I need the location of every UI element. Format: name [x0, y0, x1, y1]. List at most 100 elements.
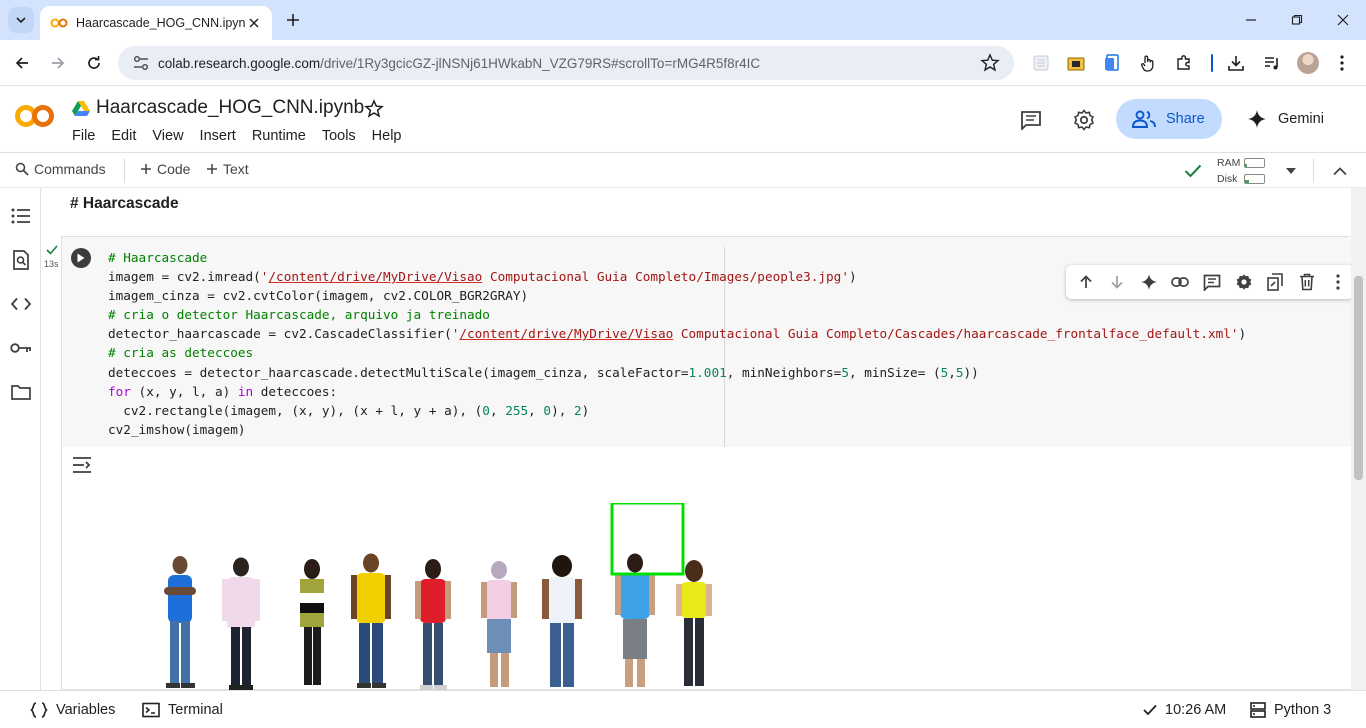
resource-monitor[interactable]: RAM Disk	[1217, 155, 1265, 187]
folder-extension-icon[interactable]	[1065, 52, 1087, 74]
execution-time-status: 10:26 AM	[1165, 702, 1227, 718]
comments-icon[interactable]	[1019, 108, 1043, 132]
browser-menu-icon[interactable]	[1331, 52, 1353, 74]
cell-toolbar	[1066, 265, 1354, 299]
notebook-title[interactable]: Haarcascade_HOG_CNN.ipynb	[96, 97, 364, 119]
collapse-header-icon[interactable]	[1331, 162, 1349, 180]
person-figure	[415, 559, 451, 690]
execution-time: 13s	[44, 259, 59, 269]
move-cell-up-icon[interactable]	[1070, 266, 1102, 298]
menu-edit[interactable]: Edit	[111, 128, 143, 144]
menu-tools[interactable]: Tools	[322, 128, 363, 144]
add-code-button[interactable]: Code	[140, 161, 190, 177]
connected-check-icon	[1184, 162, 1202, 180]
play-icon	[77, 253, 85, 263]
code-cell[interactable]: # Haarcascade imagem = cv2.imread('/conte…	[61, 236, 1354, 690]
run-cell-button[interactable]	[71, 248, 91, 268]
more-options-icon[interactable]	[1323, 266, 1355, 298]
add-text-button[interactable]: Text	[206, 161, 249, 177]
code-line: deteccoes = detector_haarcascade.detectM…	[108, 364, 979, 380]
code-snippets-icon[interactable]	[10, 293, 32, 315]
close-icon	[1337, 14, 1349, 26]
reload-button[interactable]	[82, 51, 106, 75]
browser-tab-active[interactable]: Haarcascade_HOG_CNN.ipynb	[40, 6, 272, 40]
settings-gear-icon[interactable]	[1072, 108, 1096, 132]
document-extension-icon[interactable]	[1101, 52, 1123, 74]
menu-help[interactable]: Help	[372, 128, 409, 144]
menu-insert[interactable]: Insert	[200, 128, 243, 144]
google-drive-icon	[72, 101, 90, 116]
extensions-puzzle-icon[interactable]	[1173, 52, 1195, 74]
output-actions-icon[interactable]	[71, 455, 93, 475]
reload-icon	[88, 56, 100, 69]
plus-icon	[287, 14, 299, 26]
mirror-cell-icon[interactable]	[1259, 266, 1291, 298]
commands-button[interactable]: Commands	[15, 161, 106, 177]
gemini-sparkle-icon[interactable]	[1133, 266, 1165, 298]
runtime-type[interactable]: Python 3	[1250, 702, 1331, 718]
runtime-label: Python 3	[1274, 702, 1332, 718]
hand-pointer-icon[interactable]	[1137, 52, 1159, 74]
toolbar-divider	[1211, 54, 1213, 72]
scrollbar-thumb[interactable]	[1354, 276, 1363, 480]
files-folder-icon[interactable]	[10, 381, 32, 403]
status-bar: Variables Terminal 10:26 AM Python 3	[0, 690, 1366, 728]
runtime-dropdown-icon[interactable]	[1282, 162, 1300, 180]
execution-status[interactable]: 10:26 AM	[1143, 702, 1226, 718]
toolbar-separator	[124, 158, 125, 183]
restore-button[interactable]	[1274, 0, 1320, 40]
move-cell-down-icon[interactable]	[1102, 266, 1134, 298]
tab-close-icon[interactable]	[246, 15, 262, 31]
menu-view[interactable]: View	[152, 128, 190, 144]
execution-success-icon	[46, 245, 58, 255]
ram-usage-fill	[1245, 164, 1247, 167]
menu-runtime[interactable]: Runtime	[252, 128, 313, 144]
cell-settings-gear-icon[interactable]	[1228, 266, 1260, 298]
variables-label: Variables	[56, 702, 116, 718]
person-figure	[300, 559, 324, 685]
variables-button[interactable]: Variables	[30, 702, 115, 718]
comment-icon[interactable]	[1196, 266, 1228, 298]
gemini-label: Gemini	[1278, 111, 1324, 127]
forward-button[interactable]	[46, 51, 70, 75]
markdown-heading: # Haarcascade	[70, 195, 179, 212]
tab-search-button[interactable]	[8, 7, 34, 33]
bookmark-star-icon[interactable]	[980, 53, 1000, 73]
extension-grid-icon[interactable]	[1030, 52, 1052, 74]
link-icon[interactable]	[1165, 266, 1197, 298]
colab-logo-icon[interactable]	[14, 103, 56, 129]
new-tab-button[interactable]	[282, 9, 304, 31]
site-settings-icon[interactable]	[132, 54, 150, 72]
terminal-button[interactable]: Terminal	[142, 702, 223, 718]
code-line: # cria as deteccoes	[108, 345, 254, 361]
person-figure	[676, 560, 712, 686]
face-detection-box	[610, 503, 685, 576]
check-icon	[1143, 704, 1157, 716]
gemini-button[interactable]: Gemini	[1240, 99, 1332, 139]
back-button[interactable]	[10, 51, 34, 75]
star-notebook-icon[interactable]	[364, 99, 384, 119]
output-image	[164, 503, 712, 690]
minimize-button[interactable]	[1228, 0, 1274, 40]
address-bar[interactable]: colab.research.google.com/drive/1Ry3gcic…	[118, 46, 1014, 80]
profile-avatar[interactable]	[1297, 52, 1319, 74]
person-figure	[481, 561, 517, 687]
notebook-area: # Haarcascade 13s # Haarcascade imagem = …	[42, 188, 1366, 690]
code-line: for (x, y, l, a) in deteccoes:	[108, 383, 338, 399]
people-icon	[1132, 110, 1156, 128]
menu-file[interactable]: File	[72, 128, 102, 144]
chevron-down-icon	[16, 17, 26, 24]
colab-header: Haarcascade_HOG_CNN.ipynb File Edit View…	[0, 87, 1366, 152]
delete-cell-icon[interactable]	[1291, 266, 1323, 298]
media-control-icon[interactable]	[1261, 52, 1283, 74]
add-text-label: Text	[223, 161, 249, 177]
left-sidebar	[0, 188, 41, 690]
find-replace-icon[interactable]	[10, 249, 32, 271]
secrets-key-icon[interactable]	[10, 337, 32, 359]
arrow-right-icon	[52, 57, 65, 69]
close-window-button[interactable]	[1320, 0, 1366, 40]
share-button[interactable]: Share	[1116, 99, 1222, 139]
downloads-icon[interactable]	[1225, 52, 1247, 74]
disk-usage-bar	[1244, 174, 1265, 184]
table-of-contents-icon[interactable]	[10, 205, 32, 227]
